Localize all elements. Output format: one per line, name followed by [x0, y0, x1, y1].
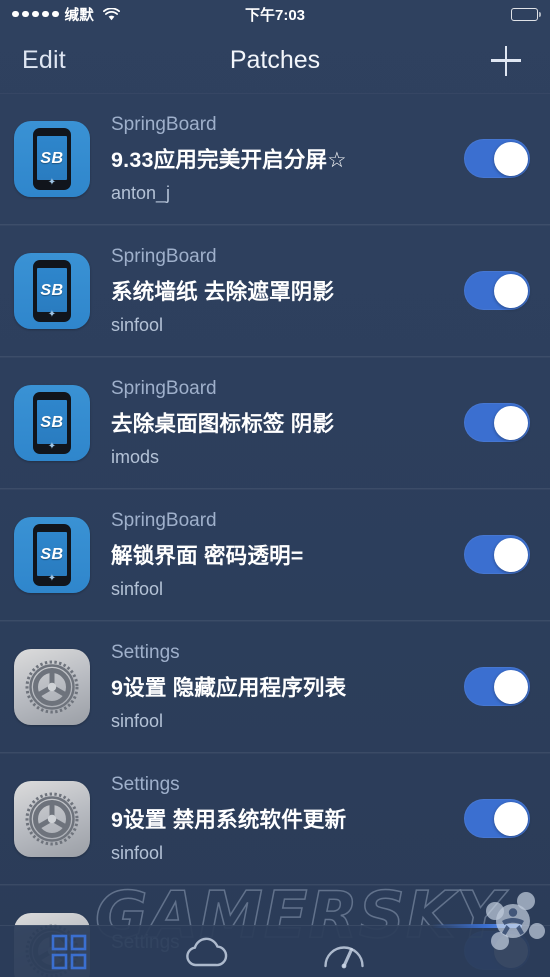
patch-text-block: Settings 9设置 隐藏应用程序列表 sinfool — [111, 642, 464, 732]
patch-app-icon-wrapper — [14, 780, 90, 857]
patch-author: anton_j — [111, 182, 171, 203]
toggle-knob — [493, 273, 528, 308]
patch-author: sinfool — [111, 710, 164, 731]
toggle-knob — [493, 537, 528, 572]
patch-text-block: Settings 9设置 禁用系统软件更新 sinfool — [111, 774, 464, 864]
wifi-icon — [103, 7, 121, 21]
patch-app-name: Settings — [111, 773, 180, 795]
springboard-icon-label: SB — [40, 149, 64, 167]
status-bar-right — [511, 7, 541, 21]
patch-row[interactable]: SB ✦ SpringBoard 9.33应用完美开启分屏☆ anton_j — [0, 93, 550, 225]
tab-speedometer[interactable] — [275, 926, 413, 977]
patch-toggle-switch[interactable] — [464, 799, 530, 838]
patch-title: 9.33应用完美开启分屏☆ — [111, 147, 347, 172]
toggle-knob — [493, 141, 528, 176]
carrier-label: 缄默 — [64, 7, 95, 24]
download-progress-bar — [432, 924, 522, 928]
cloud-icon — [183, 935, 229, 969]
patch-app-icon-wrapper: SB ✦ — [14, 384, 90, 461]
patch-toggle-switch[interactable] — [464, 271, 530, 310]
toggle-knob — [493, 801, 528, 836]
springboard-icon: SB ✦ — [14, 516, 90, 593]
springboard-icon: SB ✦ — [14, 384, 90, 461]
patch-row[interactable]: SB ✦ SpringBoard 系统墙纸 去除遮罩阴影 sinfool — [0, 225, 550, 357]
patch-app-icon-wrapper — [14, 648, 90, 725]
signal-strength-icon — [12, 10, 59, 18]
patch-title: 9设置 隐藏应用程序列表 — [111, 675, 347, 700]
tab-bar[interactable] — [0, 925, 550, 977]
springboard-icon: SB ✦ — [14, 120, 90, 197]
patch-title: 9设置 禁用系统软件更新 — [111, 807, 347, 832]
patch-text-block: SpringBoard 9.33应用完美开启分屏☆ anton_j — [111, 114, 464, 204]
speedometer-icon — [322, 935, 366, 969]
patch-row[interactable]: SB ✦ SpringBoard 解锁界面 密码透明= sinfool — [0, 489, 550, 621]
edit-button[interactable]: Edit — [22, 46, 66, 75]
grid-icon — [50, 933, 88, 971]
patch-app-name: SpringBoard — [111, 113, 217, 135]
patches-list[interactable]: SB ✦ SpringBoard 9.33应用完美开启分屏☆ anton_j S… — [0, 93, 550, 977]
page-title: Patches — [229, 46, 321, 74]
status-bar: 缄默 下午7:03 — [0, 0, 550, 28]
patch-row[interactable]: Settings 9设置 隐藏应用程序列表 sinfool — [0, 621, 550, 753]
springboard-icon-label: SB — [40, 281, 64, 299]
battery-icon — [511, 7, 541, 21]
tab-grid[interactable] — [0, 926, 138, 977]
patch-author: sinfool — [111, 578, 164, 599]
springboard-icon-label: SB — [40, 545, 64, 563]
toggle-knob — [493, 669, 528, 704]
navigation-bar: Edit Patches — [0, 28, 550, 93]
patch-app-name: SpringBoard — [111, 509, 217, 531]
patch-title: 解锁界面 密码透明= — [111, 543, 304, 568]
patch-row[interactable]: SB ✦ SpringBoard 去除桌面图标标签 阴影 imods — [0, 357, 550, 489]
settings-gear-icon — [14, 648, 90, 725]
patch-text-block: SpringBoard 去除桌面图标标签 阴影 imods — [111, 378, 464, 468]
patch-toggle-switch[interactable] — [464, 535, 530, 574]
patch-toggle-switch[interactable] — [464, 403, 530, 442]
patch-row[interactable]: Settings 9设置 禁用系统软件更新 sinfool — [0, 753, 550, 885]
springboard-icon-label: SB — [40, 413, 64, 431]
springboard-icon: SB ✦ — [14, 252, 90, 329]
patch-toggle-switch[interactable] — [464, 667, 530, 706]
patch-text-block: SpringBoard 解锁界面 密码透明= sinfool — [111, 510, 464, 600]
patch-app-name: Settings — [111, 641, 180, 663]
toggle-knob — [493, 405, 528, 440]
patch-toggle-switch[interactable] — [464, 139, 530, 178]
patch-author: sinfool — [111, 314, 164, 335]
add-patch-button[interactable] — [484, 39, 528, 83]
patch-text-block: SpringBoard 系统墙纸 去除遮罩阴影 sinfool — [111, 246, 464, 336]
patch-app-icon-wrapper: SB ✦ — [14, 252, 90, 329]
status-bar-left: 缄默 — [12, 4, 121, 25]
patch-author: sinfool — [111, 842, 164, 863]
patch-author: imods — [111, 446, 160, 467]
settings-gear-icon — [14, 780, 90, 857]
tab-cloud[interactable] — [138, 926, 276, 977]
patch-title: 系统墙纸 去除遮罩阴影 — [111, 279, 335, 304]
patch-app-name: SpringBoard — [111, 377, 217, 399]
app-screen: 缄默 下午7:03 Edit Patches SB ✦ SpringBoard … — [0, 0, 550, 977]
patch-app-name: SpringBoard — [111, 245, 217, 267]
patch-app-icon-wrapper: SB ✦ — [14, 516, 90, 593]
patch-title: 去除桌面图标标签 阴影 — [111, 411, 335, 436]
patch-app-icon-wrapper: SB ✦ — [14, 120, 90, 197]
